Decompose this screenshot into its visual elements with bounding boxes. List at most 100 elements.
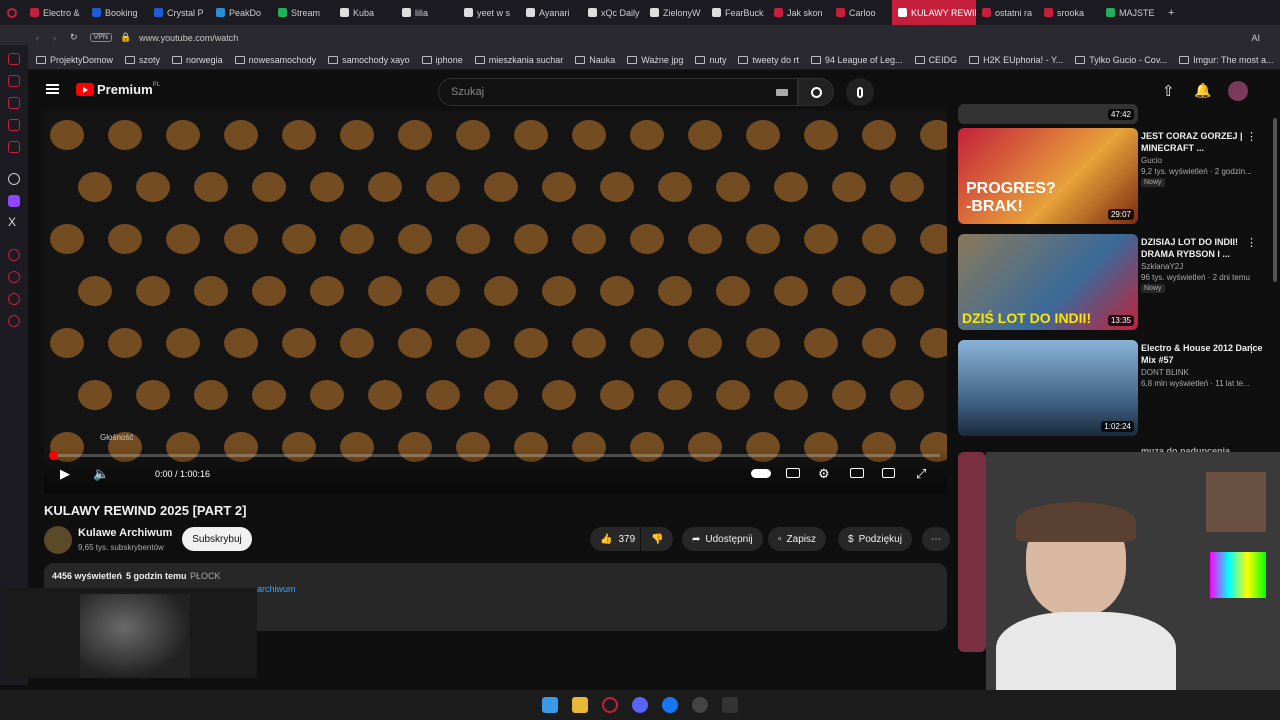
volume-icon[interactable]: 🔈 [93,466,109,482]
channel-avatar[interactable] [44,526,72,554]
x-icon[interactable]: X [8,215,16,229]
youtube-logo[interactable]: Premium PL [76,82,160,97]
mic-button[interactable] [846,78,874,106]
save-button[interactable]: ▫ Zapisz [768,527,826,551]
sidebar-app-icon[interactable] [8,75,20,87]
browser-tab[interactable]: ostatni ra [976,0,1038,25]
fullscreen-icon[interactable]: ⤢ [916,466,926,482]
sidebar-app-icon[interactable] [8,97,20,109]
browser-tab[interactable]: Electro & [24,0,86,25]
reload-icon[interactable]: ↻ [70,32,78,43]
twitch-icon[interactable] [8,195,20,207]
autoplay-toggle[interactable] [751,469,771,478]
browser-tab[interactable]: Carloo [830,0,892,25]
notifications-bell-icon[interactable]: 🔔 [1194,82,1211,99]
browser-tab[interactable]: Stream [272,0,334,25]
recommendation-thumbnail[interactable]: DZIŚ LOT DO INDII! 13:35 [958,234,1138,330]
recommendation-thumbnail[interactable] [958,452,986,652]
search-button[interactable] [798,78,834,106]
subscribe-button[interactable]: Subskrybuj [182,527,252,551]
browser-logo-icon[interactable] [0,0,24,25]
bookmark-item[interactable]: 94 League of Leg... [810,55,903,65]
history-icon[interactable] [8,271,20,283]
recommendation-thumbnail[interactable]: 1:02:24 [958,340,1138,436]
settings-gear-icon[interactable]: ⚙ [818,466,830,482]
browser-tab[interactable]: srooka [1038,0,1100,25]
chatgpt-icon[interactable] [8,173,20,185]
bookmark-item[interactable]: tweety do rt [738,55,799,65]
dislike-button[interactable]: 👎 [641,527,673,551]
thanks-button[interactable]: $ Podziękuj [838,527,912,551]
browser-tab[interactable]: FearBuck [706,0,768,25]
more-actions-button[interactable]: ⋯ [922,527,950,551]
browser-tab[interactable]: Kuba [334,0,396,25]
bookmark-item[interactable]: norwegia [172,55,223,65]
file-explorer-icon[interactable] [572,697,588,713]
play-icon[interactable]: ▶ [60,466,70,482]
browser-tab[interactable]: ZielonyW [644,0,706,25]
back-icon[interactable]: ‹ [36,33,39,43]
opera-icon[interactable] [602,697,618,713]
menu-icon[interactable] [46,84,59,94]
browser-tab[interactable]: MAJSTE [1100,0,1162,25]
description-link[interactable]: archiwum [257,584,296,594]
search-input[interactable]: Szukaj [438,78,798,106]
cast-icon[interactable] [882,468,895,478]
progress-bar[interactable] [49,451,940,460]
recommendation-thumbnail[interactable]: 47:42 [958,104,1138,124]
bookmark-item[interactable]: samochody xayo [328,55,410,65]
facebook-icon[interactable] [662,697,678,713]
scrubber-handle[interactable] [49,451,58,460]
browser-tab[interactable]: Crystal P [148,0,210,25]
share-button[interactable]: ➦ Udostępnij [682,527,763,551]
recommendation-menu-icon[interactable]: ⋮ [1246,236,1257,249]
browser-tab[interactable]: Jak skon [768,0,830,25]
settings-icon[interactable] [8,315,20,327]
bookmark-item[interactable]: nowesamochody [234,55,316,65]
browser-icon[interactable] [692,697,708,713]
browser-tab[interactable]: KULAWY REWIN [892,0,976,25]
recommendation-menu-icon[interactable]: ⋮ [1246,342,1257,355]
like-button[interactable]: 👍 379 [590,527,640,551]
sidebar-app-icon[interactable] [8,119,20,131]
upload-icon[interactable]: ⇧ [1162,82,1175,100]
keyboard-icon[interactable] [776,89,788,96]
bookmark-item[interactable]: iphone [421,55,463,65]
recommendation-channel[interactable]: Gucio [1141,156,1266,165]
recommendation-thumbnail[interactable]: PROGRES? -BRAK! 29:07 [958,128,1138,224]
scrollbar[interactable] [1273,118,1277,282]
bookmark-item[interactable]: nuty [695,55,726,65]
recommendation-menu-icon[interactable]: ⋮ [1246,130,1257,143]
recommendation-channel[interactable]: SzklanaY2J [1141,262,1266,271]
bookmark-item[interactable]: Tylko Gucio - Cov... [1075,55,1167,65]
bookmark-item[interactable]: mieszkania suchar [474,55,563,65]
bookmark-item[interactable]: CEIDG [914,55,957,65]
forward-icon[interactable]: › [53,33,56,43]
sidebar-app-icon[interactable] [8,293,20,305]
bookmark-item[interactable]: szoty [125,55,160,65]
bookmark-item[interactable]: Imgur: The most a... [1179,55,1274,65]
channel-name[interactable]: Kulawe Archiwum [78,527,172,539]
video-player[interactable]: Głośność [44,110,947,494]
url-field[interactable]: www.youtube.com/watch [139,33,238,43]
browser-tab[interactable]: yeet w s [458,0,520,25]
browser-tab[interactable]: lilia [396,0,458,25]
bookmark-item[interactable]: Ważne jpg [627,55,683,65]
windows-start-icon[interactable] [542,697,558,713]
discord-icon[interactable] [632,697,648,713]
messenger-icon[interactable] [8,53,20,65]
browser-tab[interactable]: xQc Daily [582,0,644,25]
terminal-icon[interactable] [722,697,738,713]
vpn-badge[interactable]: VPN [89,33,112,42]
ai-button[interactable]: AI [1251,33,1260,43]
bookmark-item[interactable]: ProjektyDomow [36,55,113,65]
sidebar-app-icon[interactable] [8,249,20,261]
sidebar-app-icon[interactable] [8,141,20,153]
avatar[interactable] [1228,81,1248,101]
recommendation-channel[interactable]: DONT BLINK [1141,368,1266,377]
bookmark-item[interactable]: Nauka [575,55,615,65]
browser-tab[interactable]: Booking [86,0,148,25]
browser-tab[interactable]: PeakDo [210,0,272,25]
new-tab-button[interactable]: + [1168,7,1174,19]
bookmark-item[interactable]: H2K EUphoria! - Y... [969,55,1063,65]
